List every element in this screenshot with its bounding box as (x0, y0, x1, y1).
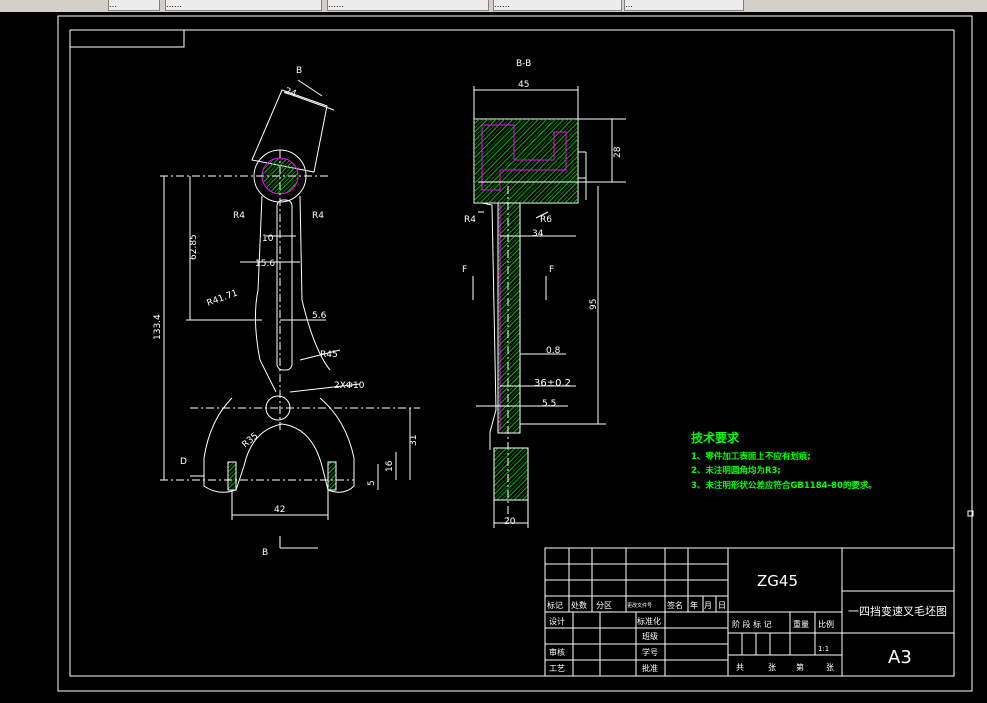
dim-42: 42 (274, 505, 285, 515)
scale-value: 1:1 (818, 645, 829, 653)
drawing-name: 一四挡变速叉毛坯图 (848, 604, 947, 618)
dim-24: 24 (283, 86, 297, 99)
dim-10: 10 (262, 234, 274, 244)
notes-title: 技术要求 (691, 430, 740, 445)
technical-notes: 技术要求 1、零件加工表面上不应有划痕; 2、未注明圆角均为R3; 3、未注明形… (691, 430, 877, 491)
toolbar: … …… …… …… … (0, 0, 987, 12)
front-view (160, 79, 420, 549)
dim-31: 31 (409, 435, 419, 446)
d-label: D (180, 457, 187, 467)
cut-label-top: B (296, 66, 302, 76)
label-approve: 批准 (642, 663, 658, 673)
dim-95: 95 (589, 299, 599, 310)
label-weight: 重量 (793, 619, 809, 629)
dim-r4: R4 (464, 215, 476, 225)
dim-0-8: 0.8 (546, 346, 561, 356)
header-cell: 更改文件号 (627, 602, 652, 609)
toolbar-tab[interactable]: … (108, 0, 160, 11)
dim-r4-left: R4 (233, 211, 245, 221)
toolbar-tab[interactable]: …… (493, 0, 622, 11)
label-page-no: 第 (796, 662, 804, 672)
dim-5: 5 (367, 480, 377, 486)
material-label: ZG45 (757, 572, 798, 590)
dim-16: 16 (385, 460, 395, 472)
label-scale: 比例 (818, 619, 834, 629)
note-line: 1、零件加工表面上不应有划痕; (691, 451, 811, 462)
note-line: 2、未注明圆角均为R3; (691, 465, 781, 476)
dim-15-6: 15.6 (255, 259, 275, 269)
dim-20: 20 (504, 517, 516, 527)
header-cell: 日 (718, 601, 726, 610)
section-label: B-B (516, 59, 531, 69)
dim-133-4: 133.4 (153, 314, 163, 340)
dim-5-6: 5.6 (312, 311, 327, 321)
label-design: 设计 (549, 616, 565, 626)
label-stage-mark: 阶 段 标 记 (732, 619, 772, 629)
label-process: 工艺 (549, 664, 565, 673)
header-cell: 月 (704, 601, 712, 610)
toolbar-tab[interactable]: …… (327, 0, 489, 11)
dim-62-85: 62.85 (189, 234, 199, 260)
label-total: 共 (736, 663, 744, 672)
dim-hole: 2XΦ10 (334, 381, 365, 391)
header-cell: 年 (690, 600, 698, 610)
header-cell: 标记 (547, 600, 563, 610)
dim-r4-right: R4 (312, 211, 324, 221)
dim-45: 45 (518, 80, 529, 90)
dim-r41-71: R41.71 (206, 288, 240, 308)
dim-5-5: 5.5 (542, 399, 556, 409)
title-block-text: ZG45 一四挡变速叉毛坯图 A3 1:1 标记 处数 分区 更改文件号 签名 … (547, 572, 947, 673)
header-cell: 签名 (667, 600, 683, 610)
note-line: 3、未注明形状公差应符合GB1184-80的要求。 (691, 480, 877, 491)
dim-r45: R45 (320, 350, 338, 360)
header-cell: 分区 (596, 601, 612, 610)
header-cell: 处数 (571, 600, 587, 610)
toolbar-tab[interactable]: …… (165, 0, 322, 11)
dim-r6: R6 (540, 215, 552, 225)
label-student-no: 学号 (642, 647, 658, 657)
dim-28: 28 (613, 146, 623, 158)
f-label-left: F (462, 265, 467, 275)
toolbar-tab[interactable]: … (624, 0, 744, 11)
label-sheets: 张 (768, 663, 776, 672)
dim-36: 36±0.2 (534, 378, 571, 389)
front-view-labels: B B D 24 R4 R4 10 15.6 62.85 R41.71 5.6 … (153, 66, 419, 558)
label-review: 审核 (549, 647, 565, 657)
label-sheets2: 张 (826, 663, 834, 672)
dim-34: 34 (532, 229, 544, 239)
corner-box (69, 29, 185, 48)
label-class: 班级 (642, 631, 658, 641)
cut-label-bottom: B (262, 548, 268, 558)
label-standardize: 标准化 (637, 616, 661, 626)
sheet-size: A3 (888, 647, 912, 668)
f-label-right: F (549, 265, 554, 275)
cad-drawing-canvas[interactable]: B B D 24 R4 R4 10 15.6 62.85 R41.71 5.6 … (0, 12, 987, 703)
section-view (472, 86, 626, 528)
